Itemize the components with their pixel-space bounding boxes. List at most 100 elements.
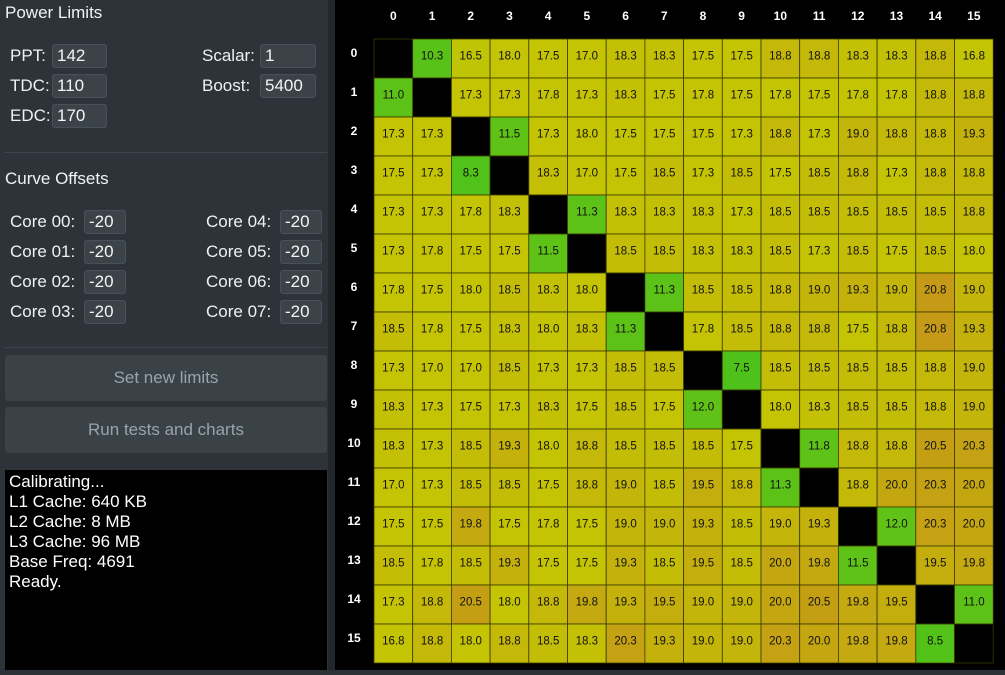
cell-value: 17.3 [421, 129, 443, 141]
row-header: 10 [347, 436, 361, 450]
cell-value: 18.8 [730, 480, 752, 492]
cell-value: 19.3 [692, 519, 714, 531]
core-04-input[interactable] [280, 210, 322, 234]
diagonal-cell [954, 623, 994, 664]
column-header: 3 [506, 9, 513, 23]
cell-value: 17.5 [730, 90, 752, 102]
core-06-input[interactable] [280, 270, 322, 294]
cell-value: 18.5 [614, 402, 636, 414]
cell-value: 18.5 [653, 480, 675, 492]
diagonal-cell [915, 584, 955, 625]
cell-value: 18.5 [653, 441, 675, 453]
console-output: Calibrating... L1 Cache: 640 KB L2 Cache… [5, 470, 327, 670]
column-header: 2 [467, 9, 474, 23]
cell-value: 17.3 [576, 90, 598, 102]
cell-value: 19.0 [730, 636, 752, 648]
cell-value: 18.5 [769, 246, 791, 258]
core-05-input[interactable] [280, 240, 322, 264]
cell-value: 11.3 [770, 480, 792, 492]
column-header: 5 [584, 9, 591, 23]
cell-value: 18.5 [730, 558, 752, 570]
cell-value: 17.0 [421, 363, 443, 375]
cell-value: 17.8 [537, 90, 559, 102]
row-header: 11 [348, 475, 361, 489]
cell-value: 20.0 [769, 597, 791, 609]
cell-value: 18.5 [460, 558, 482, 570]
cell-value: 17.5 [769, 168, 791, 180]
cell-value: 20.3 [963, 441, 985, 453]
tdc-input[interactable] [52, 74, 107, 98]
set-new-limits-button[interactable]: Set new limits [5, 355, 327, 401]
core-00-input[interactable] [84, 210, 126, 234]
cell-value: 18.8 [963, 207, 985, 219]
cell-value: 18.8 [924, 129, 946, 141]
cell-value: 18.5 [382, 324, 404, 336]
cell-value: 17.5 [576, 558, 598, 570]
row-header: 0 [351, 46, 358, 60]
cell-value: 12.0 [692, 402, 714, 414]
cell-value: 18.5 [885, 207, 907, 219]
cell-value: 18.3 [653, 207, 675, 219]
core-02-input[interactable] [84, 270, 126, 294]
cell-value: 8.5 [927, 636, 943, 648]
row-header: 8 [351, 358, 358, 372]
column-header: 11 [813, 9, 826, 23]
cell-value: 18.8 [769, 129, 791, 141]
cell-value: 17.3 [421, 168, 443, 180]
cell-value: 18.8 [924, 51, 946, 63]
cell-value: 18.8 [847, 441, 869, 453]
cell-value: 18.3 [498, 324, 520, 336]
cell-value: 18.5 [730, 285, 752, 297]
console-line: L1 Cache: 640 KB [9, 492, 147, 511]
cell-value: 17.5 [576, 519, 598, 531]
cell-value: 11.8 [808, 441, 830, 453]
cell-value: 18.8 [924, 90, 946, 102]
cell-value: 18.5 [885, 363, 907, 375]
core-01-input[interactable] [84, 240, 126, 264]
row-header: 2 [351, 124, 358, 138]
cell-value: 19.3 [808, 519, 830, 531]
core-07-input[interactable] [280, 300, 322, 324]
cell-value: 17.3 [498, 402, 520, 414]
cell-value: 17.5 [537, 558, 559, 570]
panel-splitter[interactable] [328, 0, 335, 670]
row-header: 1 [351, 85, 358, 99]
cell-value: 19.0 [653, 519, 675, 531]
cell-value: 17.5 [653, 90, 675, 102]
cell-value: 17.3 [382, 129, 404, 141]
cell-value: 18.8 [421, 636, 443, 648]
boost-input[interactable] [260, 74, 316, 98]
cell-value: 17.3 [576, 363, 598, 375]
core-07-label: Core 07: [206, 302, 272, 321]
cell-value: 18.3 [382, 402, 404, 414]
cell-value: 19.8 [576, 597, 598, 609]
scalar-input[interactable] [260, 44, 316, 68]
cell-value: 17.5 [421, 285, 443, 297]
core-03-input[interactable] [84, 300, 126, 324]
cell-value: 12.0 [885, 519, 907, 531]
cell-value: 18.5 [653, 246, 675, 258]
cell-value: 18.0 [537, 324, 559, 336]
cell-value: 17.5 [885, 246, 907, 258]
cell-value: 18.3 [614, 51, 636, 63]
edc-input[interactable] [52, 104, 107, 128]
cell-value: 19.8 [460, 519, 482, 531]
cell-value: 18.0 [963, 246, 985, 258]
ppt-input[interactable] [52, 44, 107, 68]
cell-value: 19.5 [653, 597, 675, 609]
cell-value: 7.5 [734, 363, 750, 375]
power-limits-title: Power Limits [5, 3, 103, 22]
cell-value: 18.3 [614, 207, 636, 219]
cell-value: 18.5 [498, 285, 520, 297]
cell-value: 18.0 [460, 636, 482, 648]
cell-value: 17.8 [421, 246, 443, 258]
cell-value: 17.5 [653, 402, 675, 414]
core-06-label: Core 06: [206, 272, 272, 291]
cell-value: 20.8 [924, 285, 946, 297]
run-tests-button[interactable]: Run tests and charts [5, 407, 327, 453]
cell-value: 19.0 [614, 480, 636, 492]
cell-value: 18.3 [498, 207, 520, 219]
cell-value: 18.5 [614, 246, 636, 258]
cell-value: 20.0 [808, 636, 830, 648]
cell-value: 18.5 [885, 402, 907, 414]
